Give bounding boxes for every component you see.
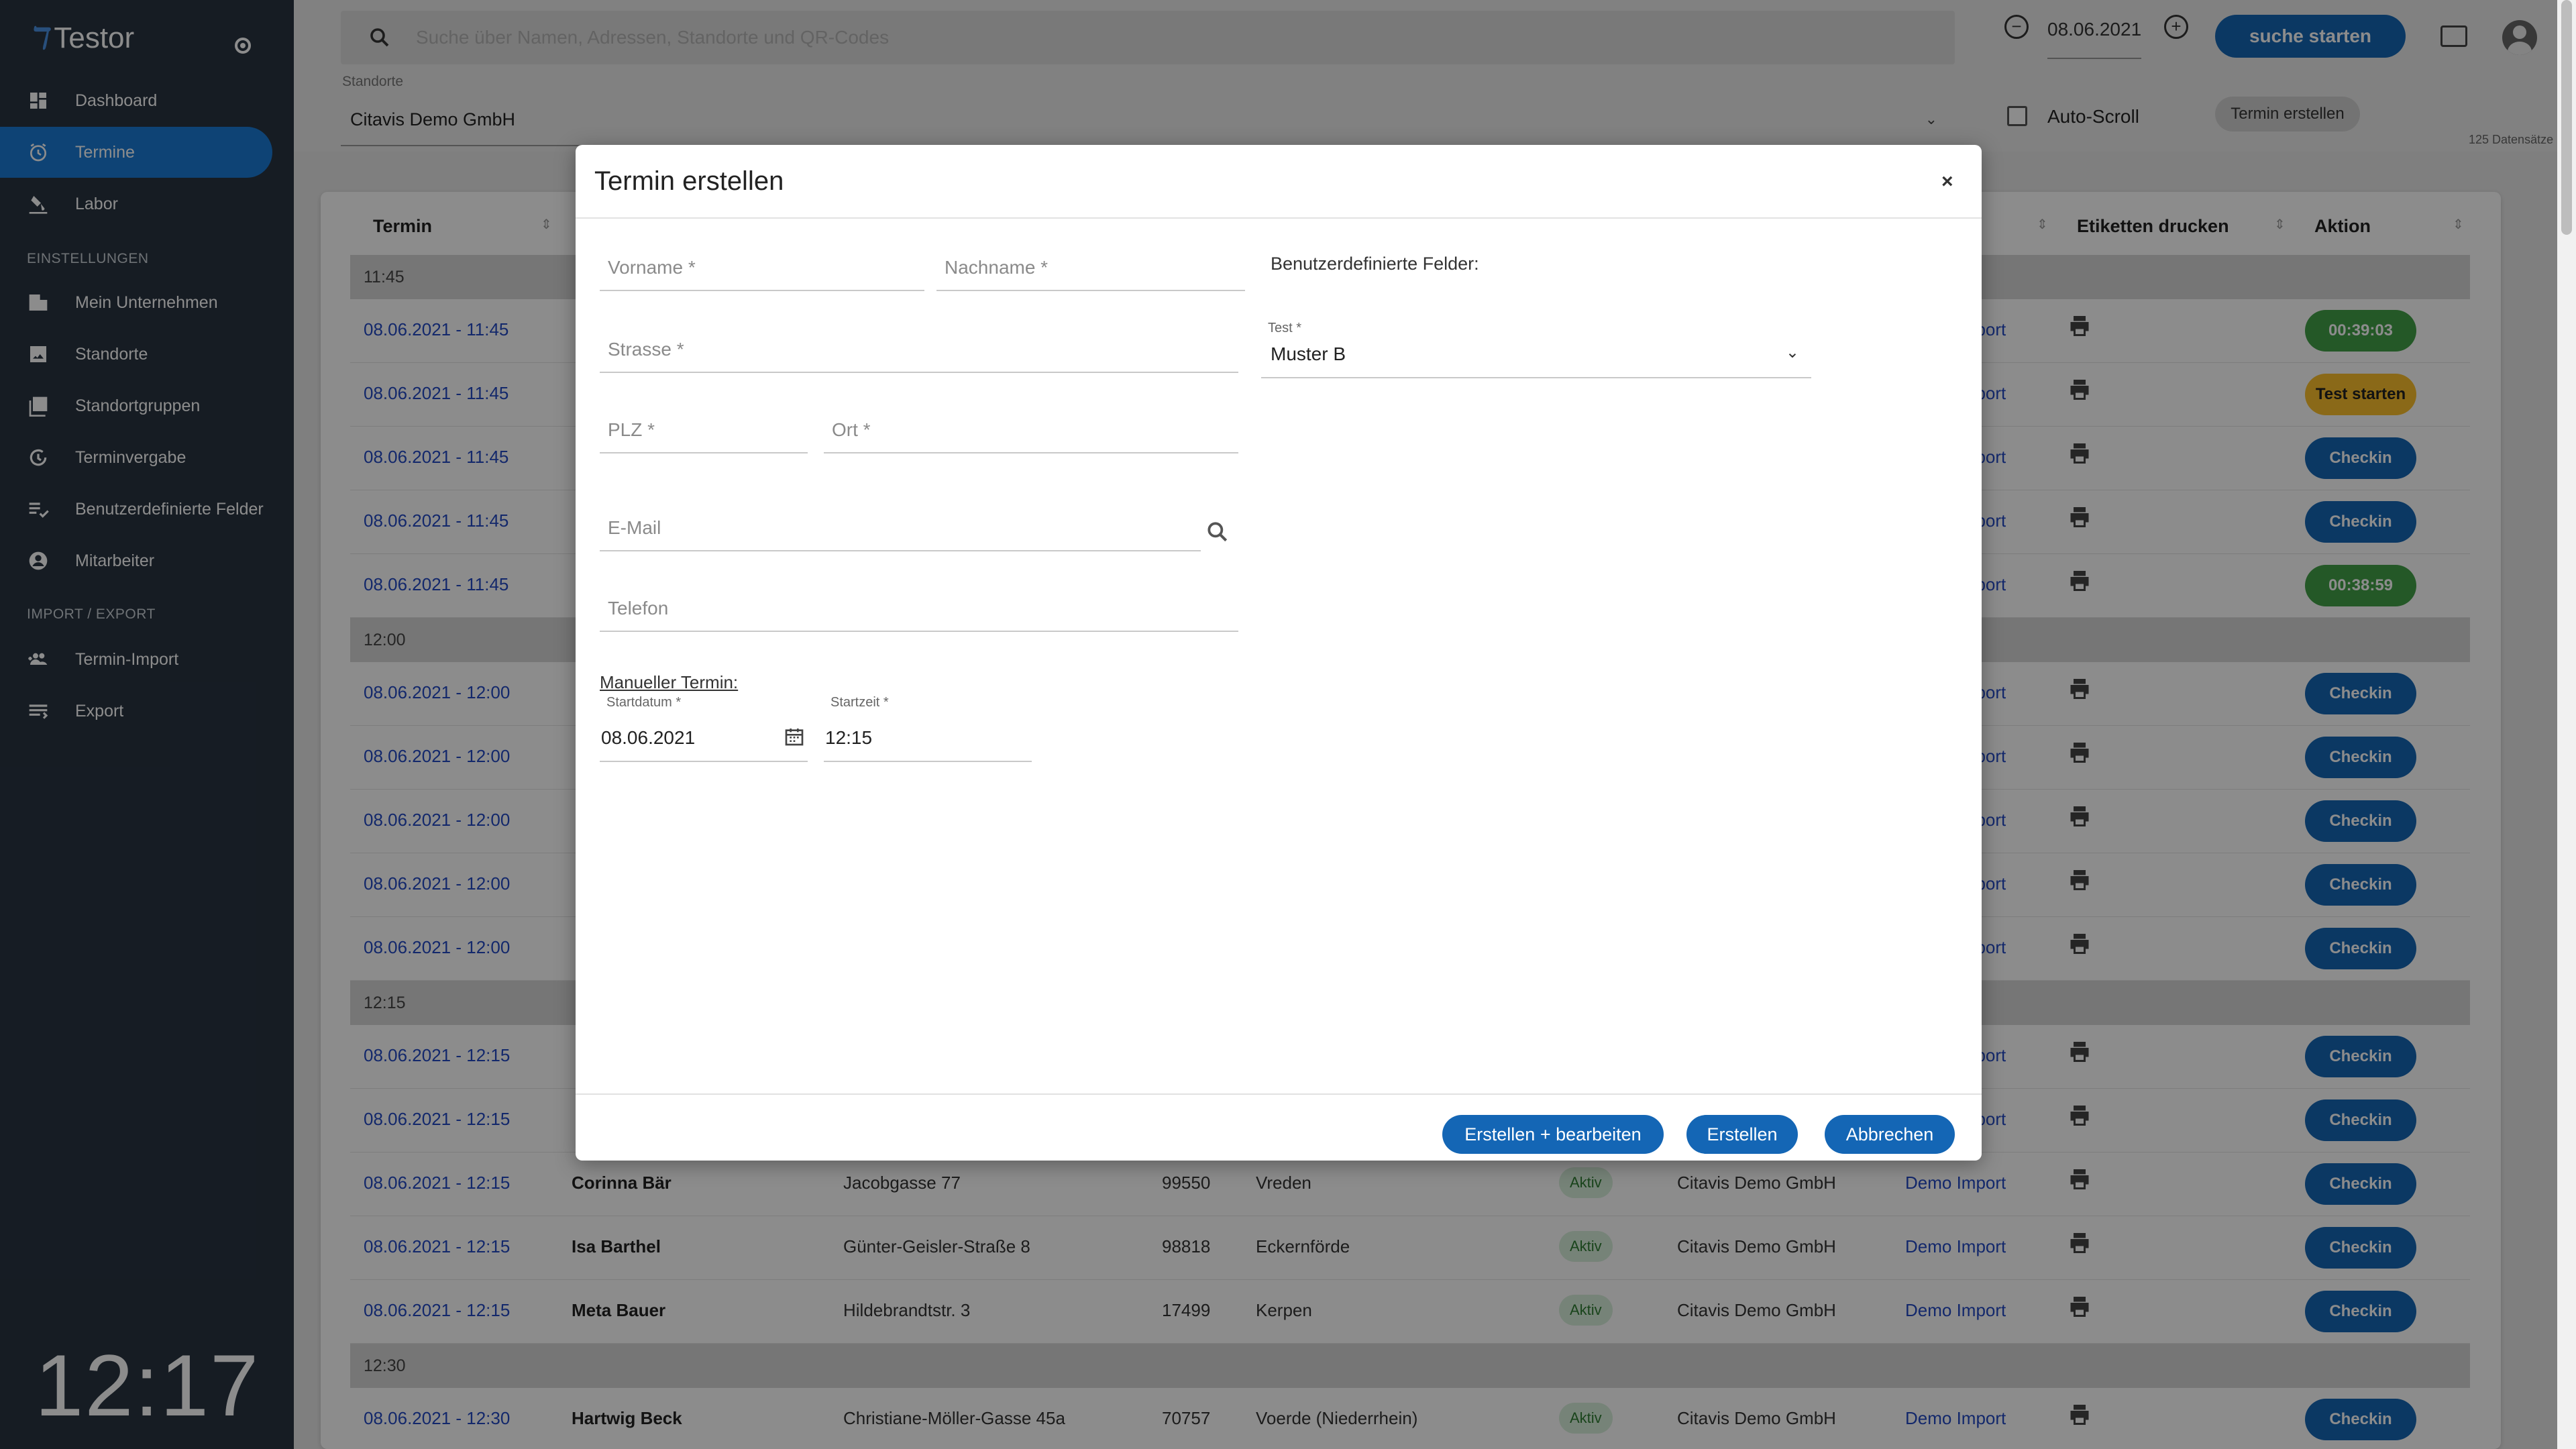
- create-button[interactable]: Erstellen: [1686, 1115, 1798, 1154]
- startdatum-field[interactable]: Startdatum * 08.06.2021: [600, 695, 808, 762]
- startdatum-label: Startdatum *: [606, 695, 682, 710]
- email-field[interactable]: [600, 502, 1201, 551]
- test-select[interactable]: Test * Muster B ⌄: [1261, 321, 1811, 378]
- plz-field[interactable]: [600, 404, 808, 453]
- strasse-input[interactable]: [608, 334, 1230, 365]
- telefon-input[interactable]: [608, 593, 1230, 624]
- email-input[interactable]: [608, 513, 1193, 543]
- startdatum-value: 08.06.2021: [601, 727, 696, 748]
- strasse-field[interactable]: [600, 323, 1238, 373]
- dialog-footer: Erstellen + bearbeiten Erstellen Abbrech…: [576, 1093, 1982, 1161]
- plz-input[interactable]: [608, 415, 800, 445]
- vorname-field[interactable]: [600, 241, 924, 291]
- ort-field[interactable]: [824, 404, 1238, 453]
- startzeit-value: 12:15: [825, 727, 873, 748]
- chevron-down-icon: ⌄: [1785, 343, 1799, 362]
- startzeit-field[interactable]: Startzeit * 12:15: [824, 695, 1032, 762]
- scroll-thumb[interactable]: [2561, 0, 2572, 235]
- test-value: Muster B: [1271, 343, 1346, 364]
- startzeit-label: Startzeit *: [830, 695, 889, 710]
- test-label: Test *: [1268, 321, 1302, 335]
- dialog-body: Benutzerdefinierte Felder: Test * Muster…: [576, 145, 1982, 1161]
- telefon-field[interactable]: [600, 582, 1238, 632]
- ort-input[interactable]: [832, 415, 1230, 445]
- calendar-icon[interactable]: [784, 726, 805, 747]
- cancel-button[interactable]: Abbrechen: [1825, 1115, 1955, 1154]
- manual-appointment-label[interactable]: Manueller Termin:: [600, 672, 738, 693]
- create-and-edit-button[interactable]: Erstellen + bearbeiten: [1442, 1115, 1664, 1154]
- page-scrollbar[interactable]: [2557, 0, 2576, 1449]
- nachname-input[interactable]: [945, 252, 1237, 283]
- custom-fields-title: Benutzerdefinierte Felder:: [1271, 254, 1479, 274]
- vorname-input[interactable]: [608, 252, 916, 283]
- search-icon[interactable]: [1205, 519, 1230, 545]
- nachname-field[interactable]: [936, 241, 1245, 291]
